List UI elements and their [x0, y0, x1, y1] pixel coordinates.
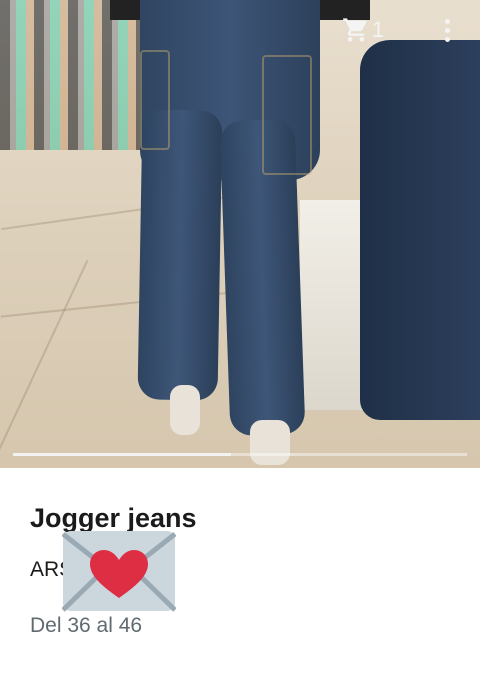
floor-tile-line	[0, 259, 89, 461]
jeans-left-leg	[137, 109, 223, 401]
background-mannequins	[0, 0, 140, 150]
love-letter-icon[interactable]	[62, 530, 176, 612]
cart-button[interactable]: 1	[342, 14, 394, 46]
gallery-progress	[13, 453, 467, 456]
mannequin-foot	[170, 385, 200, 435]
gallery-progress-fill	[13, 453, 231, 456]
more-options-button[interactable]	[436, 14, 458, 46]
more-vert-icon-dot	[444, 18, 450, 24]
jeans-pocket	[140, 50, 170, 150]
jeans-pocket	[262, 55, 312, 175]
mannequin-foot	[250, 420, 290, 465]
product-sizes: Del 36 al 46	[30, 614, 143, 637]
shopping-cart-icon	[343, 18, 367, 42]
background-jeans	[360, 40, 480, 420]
more-vert-icon-dot	[444, 27, 450, 33]
cart-count-badge: 1	[372, 17, 385, 42]
product-image[interactable]	[0, 0, 480, 468]
more-vert-icon-dot	[444, 36, 450, 42]
